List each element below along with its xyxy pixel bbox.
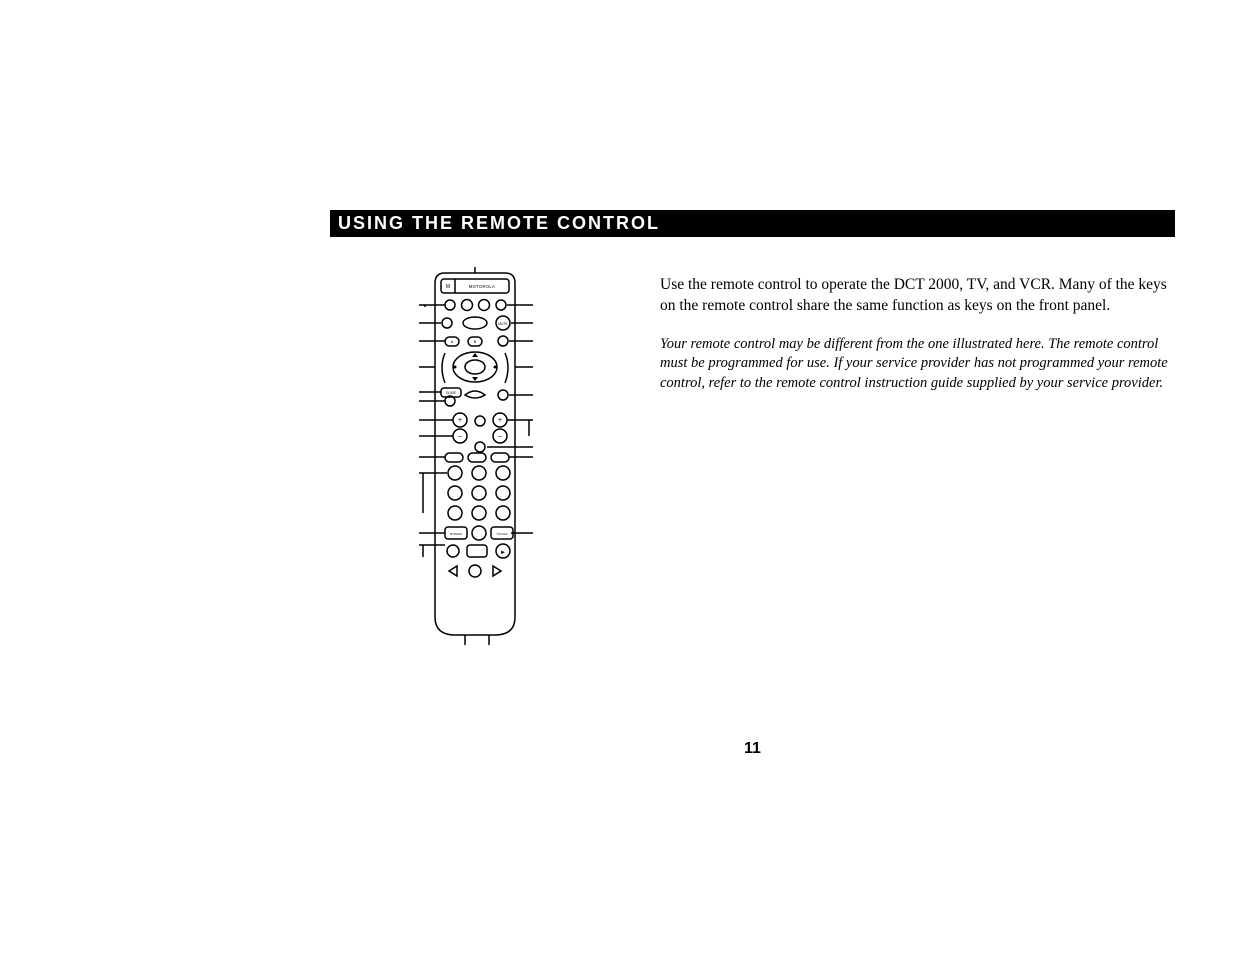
bypass-label: BYPASS: [450, 532, 462, 536]
b-label: B: [474, 339, 477, 344]
a-label: A: [451, 339, 454, 344]
tvvcr-label: TV/VCR: [496, 532, 508, 536]
ch-minus: −: [498, 434, 502, 441]
brand-icon-label: M: [446, 284, 450, 290]
content-row: M MOTOROLA MUTE A B GUIDE + − + − BYPASS…: [330, 267, 1175, 647]
section-title-bar: USING THE REMOTE CONTROL: [330, 210, 1175, 237]
section-title: USING THE REMOTE CONTROL: [338, 213, 660, 233]
mute-label: MUTE: [498, 322, 508, 326]
guide-label: GUIDE: [446, 391, 456, 395]
page-number: 11: [330, 740, 1175, 758]
italic-note: Your remote control may be different fro…: [660, 335, 1175, 394]
remote-illustration-column: M MOTOROLA MUTE A B GUIDE + − + − BYPASS…: [330, 267, 620, 647]
text-column: Use the remote control to operate the DC…: [660, 267, 1175, 394]
brand-text: MOTOROLA: [469, 284, 495, 289]
vol-minus: −: [458, 434, 462, 441]
vol-plus: +: [458, 417, 462, 424]
body-paragraph: Use the remote control to operate the DC…: [660, 275, 1175, 317]
play-label: ►: [500, 550, 506, 556]
ch-plus: +: [498, 417, 502, 424]
remote-control-illustration: M MOTOROLA MUTE A B GUIDE + − + − BYPASS…: [375, 267, 575, 647]
